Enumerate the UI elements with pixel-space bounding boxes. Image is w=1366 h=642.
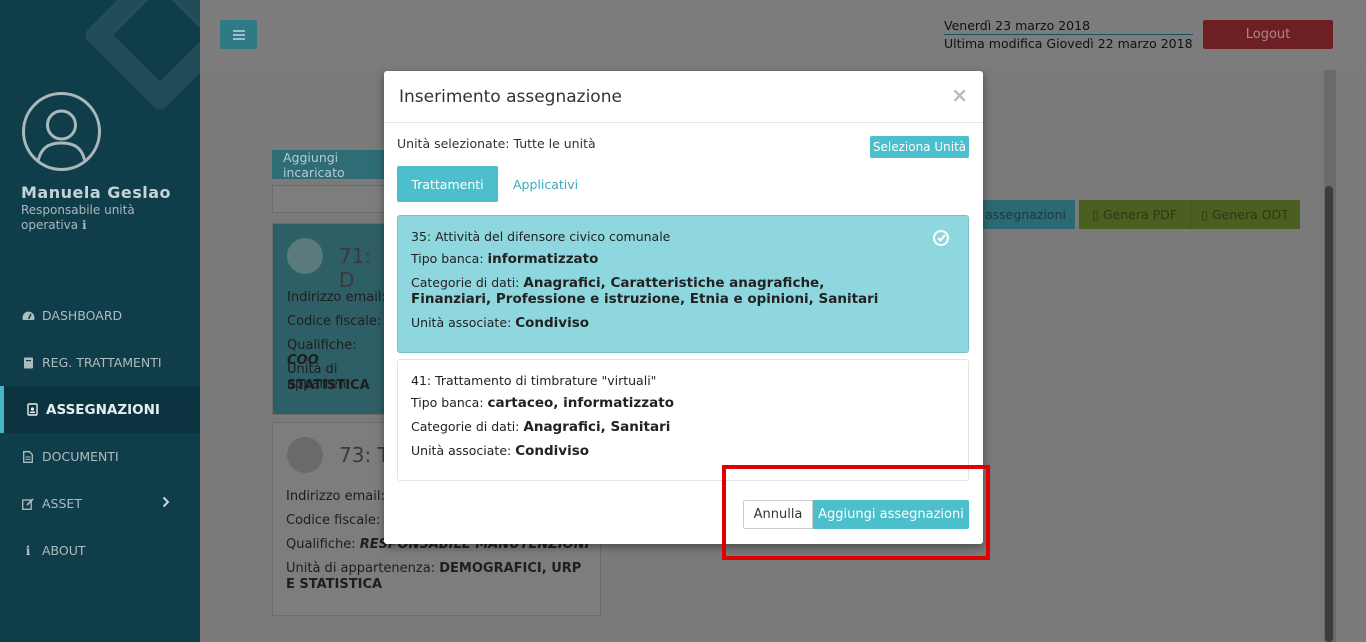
user-name: Manuela Geslao bbox=[21, 183, 171, 202]
item-bank: Tipo banca: informatizzato bbox=[411, 251, 599, 267]
add-assignments-button[interactable]: Aggiungi assegnazioni bbox=[813, 500, 969, 529]
treatment-item-41[interactable]: 41: Trattamento di timbrature "virtuali"… bbox=[397, 359, 969, 481]
user-role: Responsabile unità operativa ℹ bbox=[21, 203, 135, 232]
selected-units-label: Unità selezionate: Tutte le unità bbox=[397, 136, 596, 151]
sidebar-item-label: ABOUT bbox=[42, 543, 86, 558]
sidebar-item-dashboard[interactable]: DASHBOARD bbox=[0, 292, 200, 339]
email-label: Indirizzo email: c bbox=[286, 489, 397, 504]
file-icon bbox=[21, 450, 35, 463]
menu-toggle-button[interactable] bbox=[220, 20, 257, 49]
logout-button[interactable]: Logout bbox=[1203, 20, 1333, 49]
sidebar-item-label: DOCUMENTI bbox=[42, 449, 119, 464]
hamburger-icon bbox=[232, 29, 245, 40]
modal-footer: Annulla Aggiungi assegnazioni bbox=[743, 500, 969, 529]
modal-title: Inserimento assegnazione bbox=[399, 87, 622, 107]
top-bar: Venerdì 23 marzo 2018 Ultima modifica Gi… bbox=[200, 0, 1366, 70]
select-units-button[interactable]: Seleziona Unità bbox=[870, 136, 969, 158]
badge-icon bbox=[25, 403, 39, 416]
assignments-button[interactable]: assegnazioni bbox=[983, 200, 1075, 229]
sidebar-item-label: ASSEGNAZIONI bbox=[46, 401, 160, 418]
item-title: 35: Attività del difensore civico comuna… bbox=[411, 229, 671, 244]
generate-pdf-button[interactable]: ▯ Genera PDF bbox=[1079, 200, 1190, 229]
item-title: 41: Trattamento di timbrature "virtuali" bbox=[411, 373, 657, 388]
scrollbar-thumb[interactable] bbox=[1325, 186, 1333, 642]
sidebar-item-label: REG. TRATTAMENTI bbox=[42, 355, 162, 370]
chevron-right-icon bbox=[162, 496, 170, 512]
sidebar-item-about[interactable]: ℹ ABOUT bbox=[0, 527, 200, 574]
file-pdf-icon: ▯ bbox=[1092, 207, 1099, 222]
modal-tabs: Trattamenti Applicativi bbox=[397, 166, 593, 202]
sidebar-item-asset[interactable]: ASSET bbox=[0, 480, 200, 527]
book-icon bbox=[21, 357, 35, 369]
assignment-modal: Inserimento assegnazione × Unità selezio… bbox=[384, 71, 983, 544]
cancel-button[interactable]: Annulla bbox=[743, 500, 813, 529]
sidebar-item-documenti[interactable]: DOCUMENTI bbox=[0, 433, 200, 480]
add-assignee-button[interactable]: Aggiungi incaricato bbox=[272, 150, 392, 180]
sidebar-item-label: DASHBOARD bbox=[42, 308, 123, 323]
tab-trattamenti[interactable]: Trattamenti bbox=[397, 166, 498, 202]
logo-shape bbox=[82, 0, 200, 113]
sidebar-item-assegnazioni[interactable]: ASSEGNAZIONI bbox=[0, 386, 200, 433]
date-block: Venerdì 23 marzo 2018 Ultima modifica Gi… bbox=[944, 17, 1193, 52]
check-circle-icon bbox=[933, 230, 949, 246]
unit-value: STATISTICA bbox=[287, 378, 370, 393]
avatar bbox=[22, 92, 101, 171]
modal-header: Inserimento assegnazione × bbox=[384, 71, 983, 123]
generate-odt-button[interactable]: ▯ Genera ODT bbox=[1190, 200, 1300, 229]
sidebar-item-label: ASSET bbox=[42, 496, 82, 511]
info-icon: ℹ bbox=[25, 543, 31, 558]
treatment-item-35[interactable]: 35: Attività del difensore civico comuna… bbox=[397, 215, 969, 353]
close-icon[interactable]: × bbox=[951, 83, 968, 107]
item-units: Unità associate: Condiviso bbox=[411, 315, 590, 331]
cf-label: Codice fiscale: bbox=[287, 314, 382, 329]
avatar bbox=[287, 238, 323, 274]
last-modified: Ultima modifica Giovedì 22 marzo 2018 bbox=[944, 36, 1193, 51]
current-date: Venerdì 23 marzo 2018 bbox=[944, 17, 1193, 35]
edit-icon bbox=[21, 497, 35, 510]
sidebar-nav: DASHBOARD REG. TRATTAMENTI ASSEGNAZIONI … bbox=[0, 292, 200, 574]
tab-applicativi[interactable]: Applicativi bbox=[498, 166, 593, 202]
sidebar: Manuela Geslao Responsabile unità operat… bbox=[0, 0, 200, 642]
unit-label: Unità di appartenenza: DEMOGRAFICI, URP … bbox=[286, 561, 582, 592]
item-bank: Tipo banca: cartaceo, informatizzato bbox=[411, 395, 674, 411]
item-units: Unità associate: Condiviso bbox=[411, 443, 590, 459]
item-categories: Categorie di dati: Anagrafici, Caratteri… bbox=[411, 275, 879, 307]
sidebar-item-reg-trattamenti[interactable]: REG. TRATTAMENTI bbox=[0, 339, 200, 386]
card-title: 71: D bbox=[339, 244, 372, 292]
dashboard-icon bbox=[21, 310, 35, 321]
assignee-card-71[interactable]: 71: D Indirizzo email: Codice fiscale: Q… bbox=[272, 223, 390, 415]
item-categories: Categorie di dati: Anagrafici, Sanitari bbox=[411, 419, 671, 435]
avatar bbox=[287, 437, 323, 473]
info-icon[interactable]: ℹ bbox=[82, 218, 87, 232]
email-label: Indirizzo email: bbox=[287, 290, 386, 305]
file-odt-icon: ▯ bbox=[1201, 207, 1208, 222]
cf-label: Codice fiscale: bbox=[286, 513, 381, 528]
